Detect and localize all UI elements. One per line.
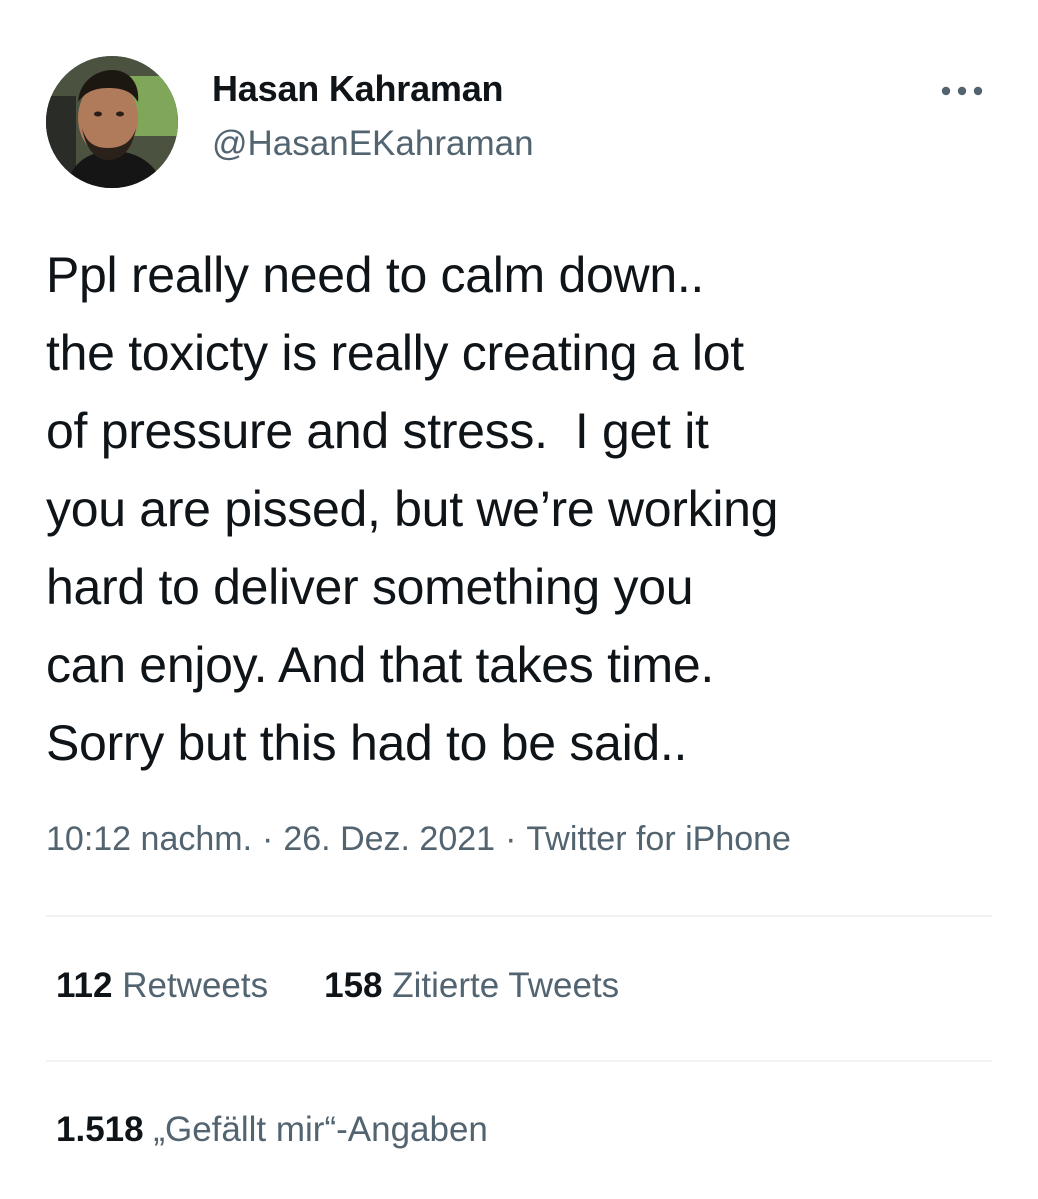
tweet-source[interactable]: Twitter for iPhone — [526, 820, 791, 858]
divider — [46, 915, 992, 917]
engagement-stats: 112 Retweets 158 Zitierte Tweets — [56, 966, 619, 1006]
meta-separator: · — [262, 820, 274, 858]
retweets-stat[interactable]: 112 Retweets — [56, 966, 268, 1006]
author-display-name[interactable]: Hasan Kahraman — [212, 68, 504, 110]
more-horizontal-icon — [941, 86, 983, 96]
quote-tweets-label: Zitierte Tweets — [392, 966, 620, 1005]
quote-tweets-stat[interactable]: 158 Zitierte Tweets — [324, 966, 619, 1006]
tweet-text: Ppl really need to calm down.. the toxic… — [46, 247, 779, 771]
avatar-image — [46, 56, 178, 188]
tweet-time[interactable]: 10:12 nachm. — [46, 820, 252, 858]
tweet-date[interactable]: 26. Dez. 2021 — [283, 820, 495, 858]
tweet-card: Hasan Kahraman @HasanEKahraman Ppl reall… — [0, 0, 1038, 1199]
avatar[interactable] — [46, 56, 178, 188]
likes-stat[interactable]: 1.518 „Gefällt mir“-Angaben — [56, 1110, 488, 1150]
tweet-metadata: 10:12 nachm. · 26. Dez. 2021 · Twitter for i… — [46, 820, 791, 859]
likes-count: 1.518 — [56, 1110, 144, 1149]
retweets-label: Retweets — [122, 966, 269, 1005]
quote-tweets-count: 158 — [324, 966, 383, 1005]
retweets-count: 112 — [56, 966, 113, 1005]
likes-label: „Gefällt mir“-Angaben — [153, 1110, 488, 1149]
divider — [46, 1060, 992, 1062]
author-handle[interactable]: @HasanEKahraman — [212, 124, 534, 164]
meta-separator: · — [505, 820, 517, 858]
more-options-button[interactable] — [932, 76, 992, 106]
